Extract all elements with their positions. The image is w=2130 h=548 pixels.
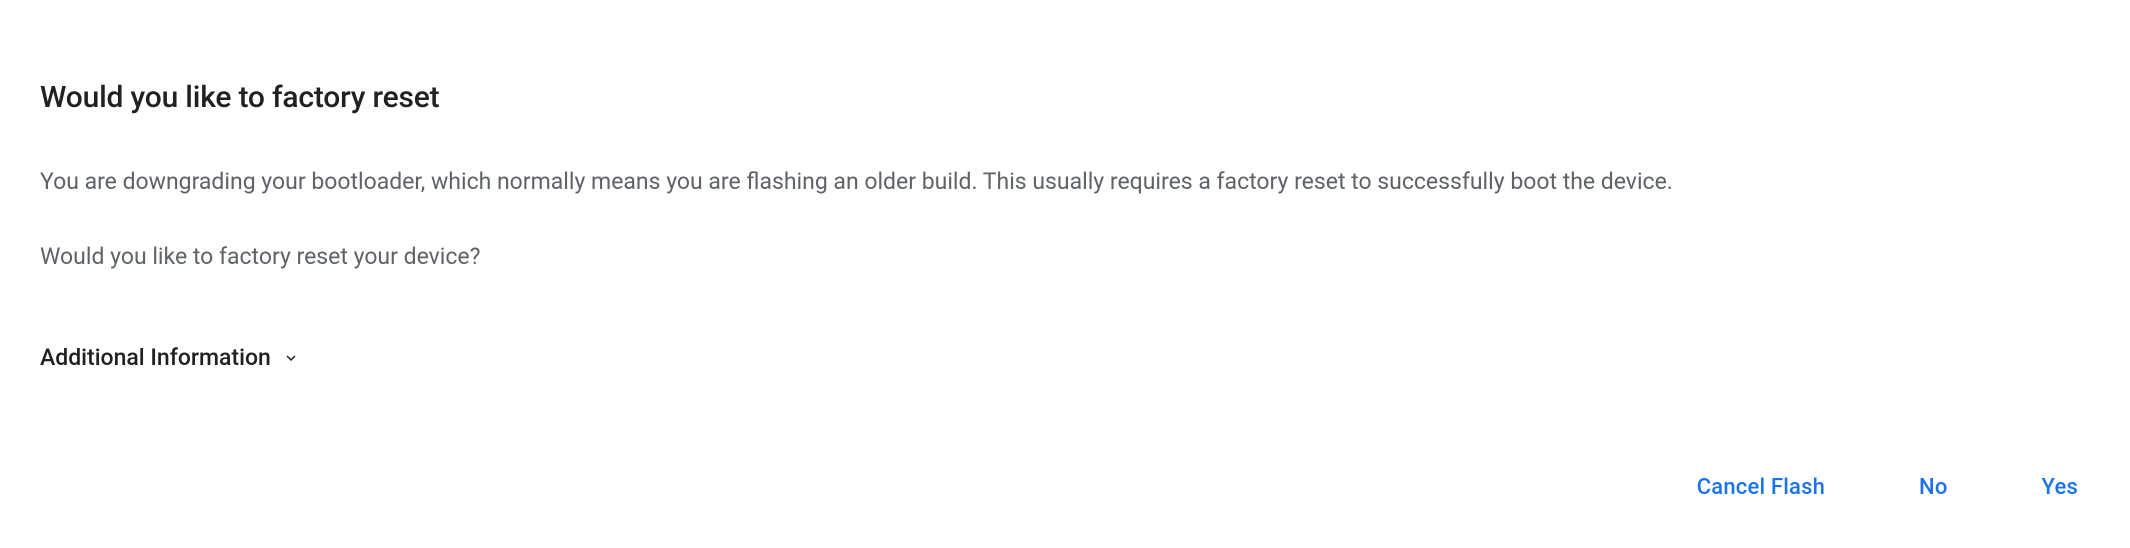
cancel-flash-button[interactable]: Cancel Flash xyxy=(1685,467,1837,508)
dialog-body-line2: Would you like to factory reset your dev… xyxy=(40,240,2090,275)
dialog-body-line1: You are downgrading your bootloader, whi… xyxy=(40,165,2090,200)
dialog-title: Would you like to factory reset xyxy=(40,80,2090,115)
chevron-down-icon xyxy=(281,348,301,368)
dialog-container: Would you like to factory reset You are … xyxy=(0,0,2130,548)
additional-information-expander[interactable]: Additional Information xyxy=(40,344,301,371)
dialog-button-row: Cancel Flash No Yes xyxy=(1685,467,2090,508)
no-button[interactable]: No xyxy=(1907,467,1960,508)
expander-label: Additional Information xyxy=(40,344,271,371)
yes-button[interactable]: Yes xyxy=(2030,467,2090,508)
